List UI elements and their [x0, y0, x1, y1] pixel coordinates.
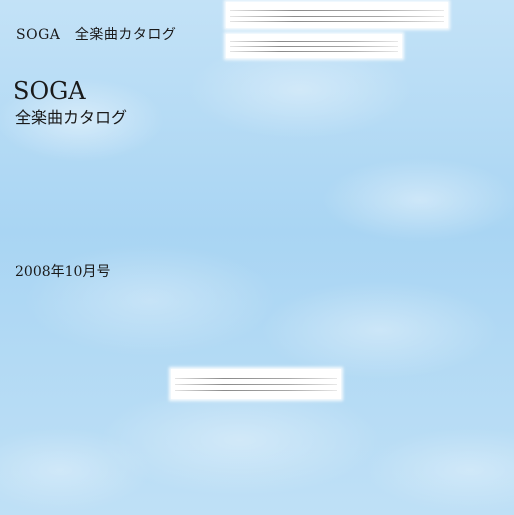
redaction-mark	[226, 34, 402, 58]
redaction-mark	[226, 2, 448, 28]
cover-subtitle: 全楽曲カタログ	[15, 108, 128, 127]
issue-date: 2008年10月号	[15, 264, 111, 280]
cover-title-block: SOGA 全楽曲カタログ	[13, 76, 127, 128]
header-title: SOGA 全楽曲カタログ	[16, 27, 177, 43]
redaction-mark	[171, 369, 341, 399]
cover-main-title: SOGA	[13, 77, 86, 105]
